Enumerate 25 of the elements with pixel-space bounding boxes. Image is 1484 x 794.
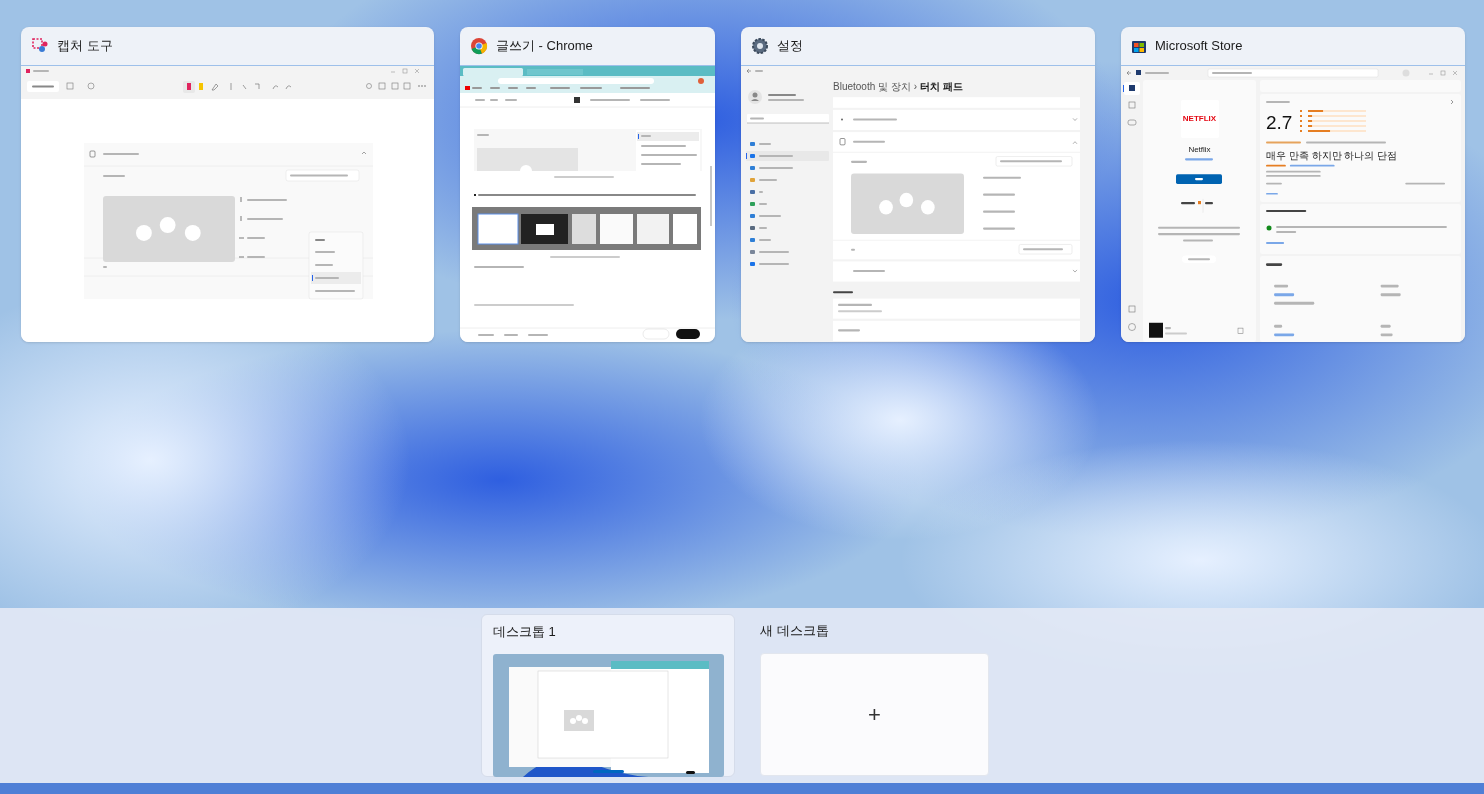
window-title: Microsoft Store <box>1155 37 1243 56</box>
page-title: 터치 패드 <box>920 82 963 92</box>
review-title: 매우 만족 하지만 하나의 단점 <box>1266 151 1399 161</box>
big-rating: 2.7 <box>1266 112 1293 132</box>
app-name: Netflix <box>1188 146 1211 154</box>
window-card[interactable]: 캡처 도구 <box>21 27 434 342</box>
window-title: 캡처 도구 <box>57 37 113 56</box>
browser-logo-icon <box>470 37 488 55</box>
desktop-title: 새 데스크톱 <box>760 622 830 640</box>
window-card[interactable]: Microsoft Store NETFLIX Netflix 2.7 매우 만족 하지만 하나의 단점 <box>1121 27 1465 342</box>
settings-icon <box>751 37 769 55</box>
breadcrumb-link[interactable]: Bluetooth 및 장치 <box>833 82 911 92</box>
desktop-card[interactable]: 데스크톱 1 <box>481 614 735 777</box>
window-card[interactable]: 설정 Bluetooth 및 장치 › 터치 패드 <box>741 27 1095 342</box>
app-logo: NETFLIX <box>1180 100 1219 138</box>
active-indicator <box>593 770 624 773</box>
plus-icon: + <box>868 703 881 726</box>
desktop-title: 데스크톱 1 <box>493 623 557 641</box>
rating-bars-drawing <box>1300 110 1367 134</box>
scissors-icon <box>31 37 49 55</box>
breadcrumb-separator: › <box>913 82 918 92</box>
shopping-bag-icon <box>1131 38 1147 54</box>
window-card[interactable]: 글쓰기 - Chrome <box>460 27 715 342</box>
window-title: 설정 <box>777 37 803 56</box>
window-title: 글쓰기 - Chrome <box>496 37 593 56</box>
